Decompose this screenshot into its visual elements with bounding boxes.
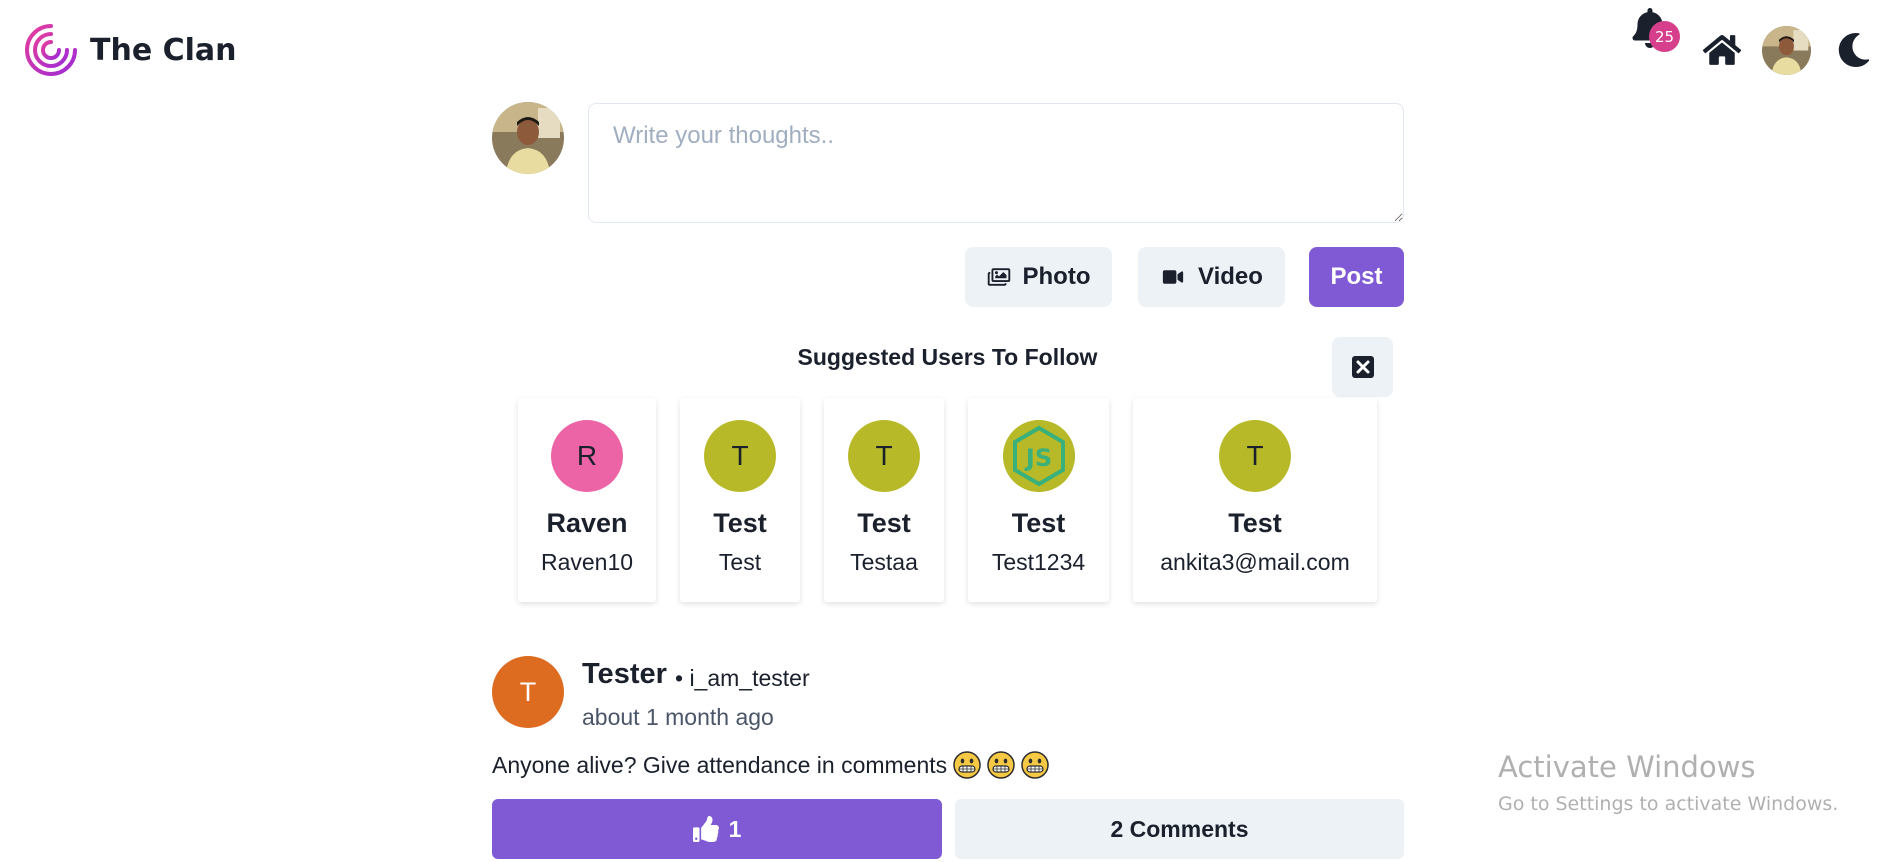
photo-button-label: Photo xyxy=(1022,263,1091,290)
user-name: Test xyxy=(1228,508,1282,538)
close-icon xyxy=(1351,356,1374,378)
post-author-name[interactable]: Tester xyxy=(582,658,667,691)
post-button[interactable]: Post xyxy=(1309,247,1404,307)
user-avatar: JS xyxy=(1002,420,1075,492)
add-photo-button[interactable]: Photo xyxy=(965,247,1112,307)
grinning-face-icon xyxy=(987,751,1015,779)
video-button-label: Video xyxy=(1198,263,1263,290)
user-avatar: T xyxy=(848,420,920,492)
user-photo-avatar xyxy=(492,102,564,174)
post-author-handle: • i_am_tester xyxy=(675,665,810,691)
post-content: Anyone alive? Give attendance in comment… xyxy=(492,751,1049,779)
user-username: Raven10 xyxy=(540,549,634,575)
video-camera-icon xyxy=(1162,270,1184,284)
post-author-avatar[interactable]: T xyxy=(492,656,564,728)
like-count: 1 xyxy=(728,815,742,842)
user-name: Test xyxy=(857,508,911,538)
user-name: Raven xyxy=(546,508,628,538)
user-username: Test xyxy=(718,549,762,575)
suggested-user-card[interactable]: T Test ankita3@mail.com xyxy=(1133,398,1377,602)
user-username: Test1234 xyxy=(991,549,1086,575)
grinning-face-icon xyxy=(953,751,981,779)
home-button[interactable] xyxy=(1700,30,1744,70)
suggested-user-card[interactable]: R Raven Raven10 xyxy=(518,398,656,602)
dark-mode-toggle[interactable] xyxy=(1834,28,1874,72)
like-button[interactable]: 1 xyxy=(492,799,942,859)
grinning-face-icon xyxy=(1021,751,1049,779)
thumbs-up-icon xyxy=(692,816,719,842)
comments-button[interactable]: 2 Comments xyxy=(955,799,1404,859)
post-composer-input[interactable] xyxy=(588,103,1404,223)
user-avatar: T xyxy=(704,420,776,492)
suggested-users-title: Suggested Users To Follow xyxy=(797,344,1098,370)
user-username: ankita3@mail.com xyxy=(1160,549,1350,575)
user-username: Testaa xyxy=(850,549,918,575)
home-icon xyxy=(1702,35,1742,65)
brand-logo[interactable]: The Clan xyxy=(24,22,237,78)
clan-logo-icon xyxy=(25,24,77,76)
notification-count-badge: 25 xyxy=(1649,21,1680,52)
activate-windows-title: Activate Windows xyxy=(1498,750,1756,784)
nodejs-logo-icon: JS xyxy=(1002,420,1075,492)
moon-icon xyxy=(1838,32,1870,67)
post-timestamp: about 1 month ago xyxy=(582,704,774,730)
close-suggestions-button[interactable] xyxy=(1332,337,1393,397)
brand-name: The Clan xyxy=(90,32,237,68)
user-name: Test xyxy=(713,508,767,538)
user-avatar: T xyxy=(1219,420,1291,492)
suggested-user-card[interactable]: JS Test Test1234 xyxy=(968,398,1109,602)
user-name: Test xyxy=(1011,508,1066,538)
suggested-user-card[interactable]: T Test Test xyxy=(680,398,800,602)
user-avatar: R xyxy=(551,420,623,492)
images-icon xyxy=(987,268,1010,286)
svg-text:JS: JS xyxy=(1023,444,1051,472)
composer-avatar xyxy=(492,102,564,174)
user-photo-avatar xyxy=(1762,26,1811,75)
post-text: Anyone alive? Give attendance in comment… xyxy=(492,751,948,778)
add-video-button[interactable]: Video xyxy=(1138,247,1285,307)
profile-avatar-button[interactable] xyxy=(1762,26,1811,75)
suggested-user-card[interactable]: T Test Testaa xyxy=(824,398,944,602)
activate-windows-subtitle: Go to Settings to activate Windows. xyxy=(1498,793,1839,815)
